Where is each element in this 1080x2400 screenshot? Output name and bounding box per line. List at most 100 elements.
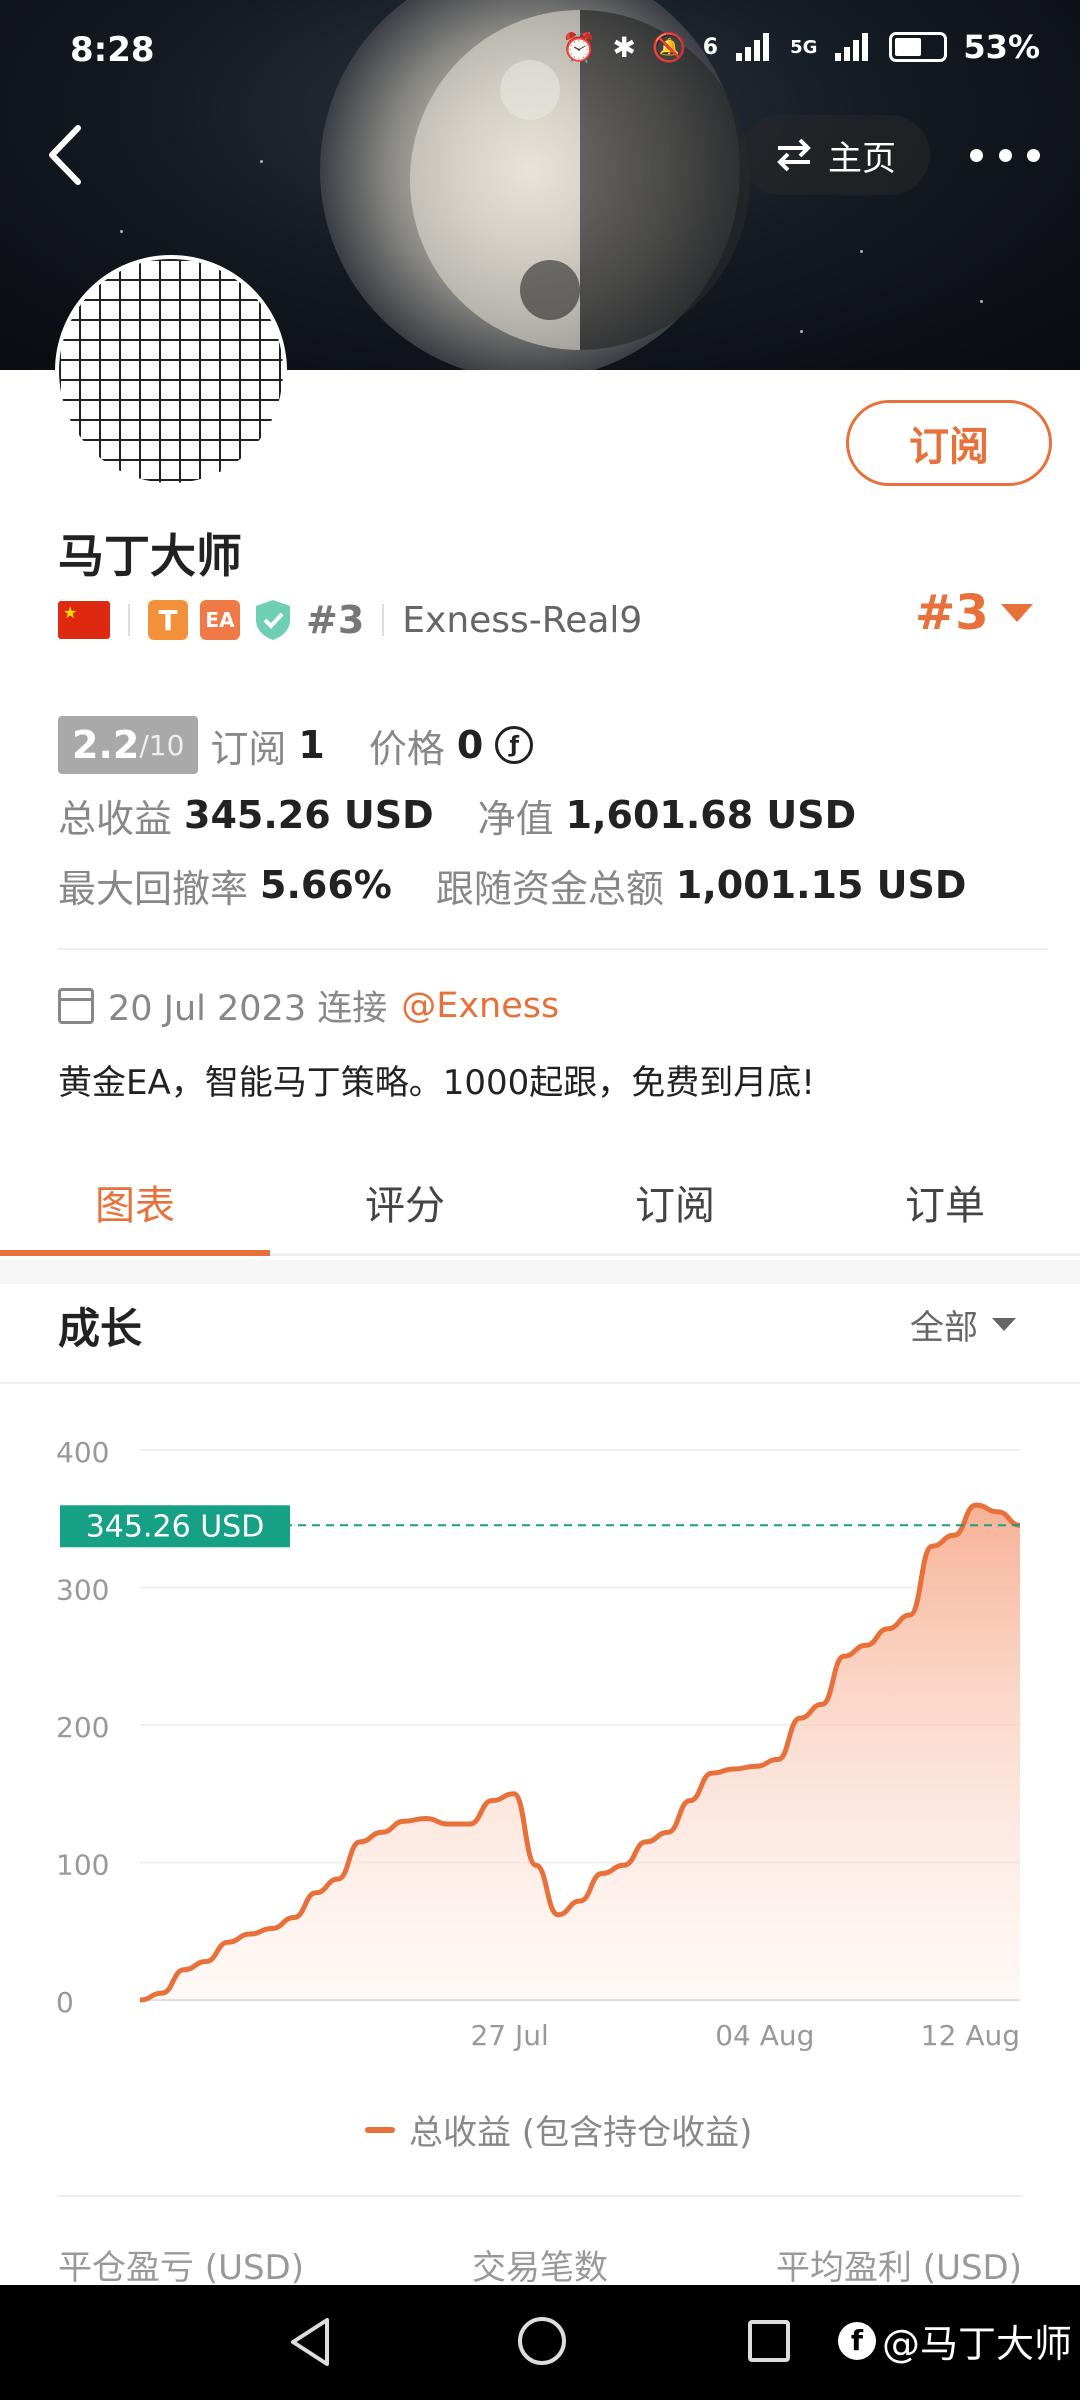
drawdown-value: 5.66% — [260, 863, 392, 907]
coin-icon: ƒ — [495, 726, 534, 764]
banner-star — [800, 330, 803, 333]
x-tick-label: 27 Jul — [470, 2019, 548, 2052]
score-value: 2.2 — [72, 723, 140, 767]
avatar[interactable] — [55, 255, 287, 487]
battery-percent: 53% — [963, 28, 1040, 66]
home-label: 主页 — [828, 138, 896, 179]
legend-label: 总收益 (包含持仓收益) — [409, 2113, 753, 2153]
x-tick-label: 04 Aug — [715, 2019, 814, 2052]
rank-small: #3 — [306, 598, 365, 642]
divider — [128, 604, 130, 636]
y-tick-label: 400 — [56, 1436, 109, 1469]
price-label: 价格 — [368, 726, 445, 771]
stats-block: 2.2 /10 订阅 1 价格 0 ƒ 总收益 345.26 USD 净值 1,… — [58, 710, 1048, 920]
wifi-icon: 6 — [702, 34, 719, 60]
connection-info: 20 Jul 2023 连接 @Exness — [58, 980, 559, 1031]
facebook-icon: f — [838, 2321, 876, 2360]
equity-label: 净值 — [477, 796, 554, 841]
growth-chart[interactable]: 0 100 200 300 400 27 Jul 04 Aug 12 Aug 345.26 U… — [0, 1400, 1080, 2060]
divider — [58, 948, 1048, 950]
verified-shield-icon — [256, 600, 290, 640]
battery-icon — [889, 32, 948, 62]
tab-subscriptions[interactable]: 订阅 — [540, 1150, 810, 1253]
score-max: /10 — [139, 728, 185, 762]
dot-icon — [998, 148, 1012, 162]
page: 8:28 ⏰ ✱ 🔕 6 5G 53% 主页 订阅 马丁大师 T EA — [0, 0, 1080, 2400]
subscribe-count-label: 订阅 — [210, 726, 287, 771]
range-dropdown[interactable]: 全部 — [910, 1300, 1016, 1349]
divider — [0, 1382, 1080, 1384]
signal-icon-2 — [835, 33, 869, 61]
price-value: 0 — [456, 723, 484, 767]
y-tick-label: 100 — [56, 1849, 109, 1882]
mute-icon: 🔕 — [651, 30, 687, 64]
legend-swatch — [365, 2126, 395, 2133]
avg-profit-label: 平均盈利 (USD) — [776, 2248, 1022, 2288]
broker-account: Exness-Real9 — [402, 599, 643, 641]
total-profit-value: 345.26 USD — [184, 793, 434, 837]
growth-area — [140, 1505, 1020, 2000]
network-type-icon: 5G — [790, 36, 818, 58]
caret-down-icon — [1000, 604, 1033, 622]
tab-rating[interactable]: 评分 — [270, 1150, 540, 1253]
subscribe-button[interactable]: 订阅 — [846, 400, 1052, 486]
chevron-left-icon — [49, 125, 81, 185]
connection-date: 20 Jul 2023 连接 — [108, 989, 388, 1029]
stat-row-drawdown: 最大回撤率 5.66% 跟随资金总额 1,001.15 USD — [58, 850, 1048, 920]
tab-bar: 图表 评分 订阅 订单 — [0, 1150, 1080, 1256]
chart-legend: 总收益 (包含持仓收益) — [365, 2105, 752, 2154]
watermark-text: @马丁大师 — [882, 2322, 1073, 2366]
equity-value: 1,601.68 USD — [565, 793, 857, 837]
y-tick-label: 300 — [56, 1574, 109, 1607]
divider — [58, 2195, 1022, 2197]
x-tick-label: 12 Aug — [921, 2019, 1020, 2052]
range-label: 全部 — [910, 1308, 978, 1348]
banner-star — [980, 300, 983, 303]
closed-pnl-label: 平仓盈亏 (USD) — [58, 2248, 304, 2288]
rank-dropdown[interactable]: #3 — [915, 585, 1033, 641]
profile-name: 马丁大师 — [58, 529, 242, 583]
divider — [382, 604, 385, 636]
signal-icon — [736, 33, 770, 61]
alarm-icon: ⏰ — [561, 30, 597, 64]
nav-back-button[interactable] — [285, 2315, 335, 2369]
profile-badges: T EA #3 Exness-Real9 — [58, 595, 642, 645]
banner-star — [860, 250, 863, 253]
watermark: f @马丁大师 — [838, 2313, 1072, 2368]
tab-orders[interactable]: 订单 — [810, 1150, 1080, 1253]
total-profit-label: 总收益 — [58, 796, 173, 841]
back-button[interactable] — [40, 120, 100, 190]
status-icons: ⏰ ✱ 🔕 6 5G 53% — [562, 28, 1040, 66]
more-options-button[interactable] — [970, 125, 1040, 185]
score-badge: 2.2 /10 — [58, 716, 199, 774]
system-nav-bar: f @马丁大师 — [0, 2285, 1080, 2400]
dot-icon — [1027, 148, 1040, 162]
swap-icon — [777, 138, 811, 172]
rank-big-label: #3 — [915, 585, 989, 641]
banner-star — [260, 160, 263, 163]
trade-count-label: 交易笔数 — [472, 2248, 608, 2288]
broker-link[interactable]: @Exness — [401, 986, 559, 1026]
calendar-icon — [58, 987, 94, 1024]
china-flag-icon — [58, 601, 110, 639]
nav-home-button[interactable] — [518, 2317, 566, 2365]
caret-down-icon — [992, 1318, 1016, 1331]
status-bar: 8:28 ⏰ ✱ 🔕 6 5G 53% — [0, 0, 1080, 100]
y-tick-label: 200 — [56, 1711, 109, 1744]
ea-badge-icon: EA — [200, 600, 240, 640]
footer-stats-header: 平仓盈亏 (USD) 交易笔数 平均盈利 (USD) — [58, 2240, 1022, 2289]
stat-row-profit: 总收益 345.26 USD 净值 1,601.68 USD — [58, 780, 1048, 850]
banner-star — [120, 230, 123, 233]
drawdown-label: 最大回撤率 — [58, 866, 249, 911]
growth-title: 成长 — [58, 1304, 143, 1353]
bluetooth-icon: ✱ — [612, 30, 636, 64]
stat-row-score: 2.2 /10 订阅 1 价格 0 ƒ — [58, 710, 1048, 780]
home-button[interactable]: 主页 — [740, 115, 930, 195]
strategy-description: 黄金EA，智能马丁策略。1000起跟，免费到月底! — [58, 1063, 815, 1103]
subscribe-count-value: 1 — [298, 723, 325, 767]
section-gap — [0, 1260, 1080, 1284]
follow-funds-value: 1,001.15 USD — [675, 863, 967, 907]
nav-recents-button[interactable] — [748, 2320, 790, 2362]
tab-chart[interactable]: 图表 — [0, 1150, 270, 1256]
banner-dot — [520, 260, 580, 320]
